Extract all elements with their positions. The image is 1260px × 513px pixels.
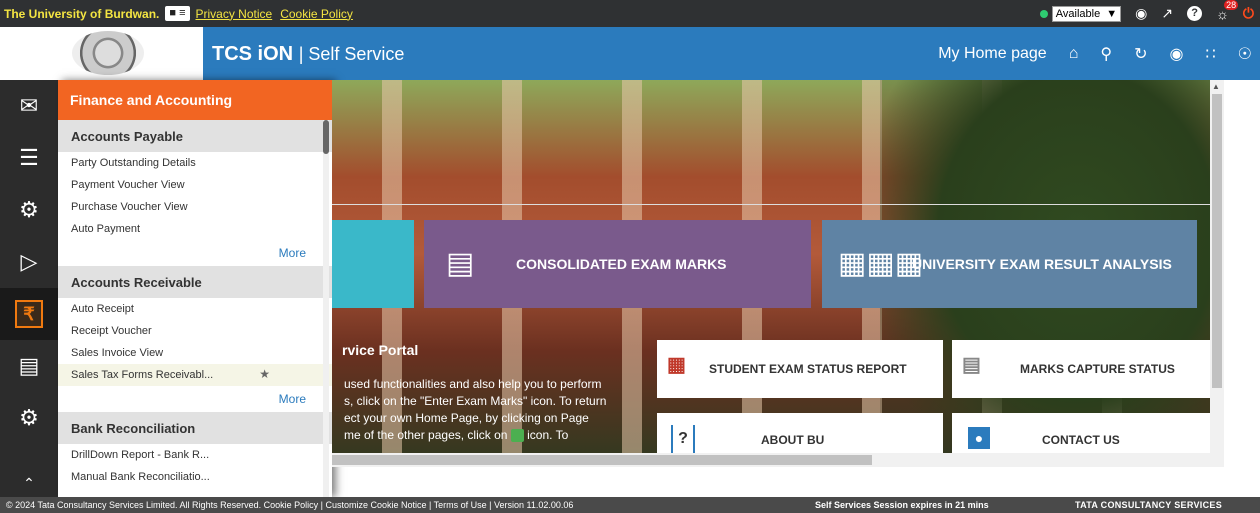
user-menu-button[interactable]: ■ ≡ bbox=[165, 6, 190, 21]
menu-item[interactable]: Receipt Voucher bbox=[58, 320, 332, 342]
graduation-report-icon: ▤ bbox=[446, 247, 475, 280]
availability-select[interactable]: Available ▼ bbox=[1051, 5, 1122, 22]
marks-capture-status-card[interactable]: ▤ MARKS CAPTURE STATUS bbox=[952, 340, 1210, 398]
presentation-icon: ▷ bbox=[20, 249, 38, 274]
menu-item[interactable]: Auto Receipt bbox=[58, 298, 332, 320]
status-dot-icon bbox=[1039, 9, 1048, 18]
consolidated-exam-marks-tile[interactable]: ▤ CONSOLIDATED EXAM MARKS bbox=[424, 220, 811, 308]
expand-icon[interactable]: ↗ bbox=[1161, 5, 1173, 22]
envelope-icon: ✉ bbox=[19, 93, 39, 118]
sidebar-item-books[interactable]: ☰ bbox=[0, 132, 58, 184]
collapse-sidebar-button[interactable]: ⌃ bbox=[0, 475, 58, 497]
finance-flyout-menu: Finance and Accounting Accounts Payable … bbox=[58, 80, 332, 497]
globe-notification-icon[interactable]: ☼ 28 bbox=[1216, 0, 1239, 22]
rupee-icon: ₹ bbox=[15, 300, 43, 328]
power-icon[interactable]: ⏻ bbox=[1243, 5, 1254, 22]
help-icon[interactable]: ? bbox=[1187, 6, 1203, 21]
refresh-icon[interactable]: ↻ bbox=[1134, 44, 1147, 64]
notification-badge: 28 bbox=[1224, 0, 1239, 10]
camera-icon[interactable]: ◉ bbox=[1135, 5, 1147, 22]
header: TCS iON | Self Service My Home page ⌂ ⚲ … bbox=[0, 27, 1260, 80]
sidebar-item-finance[interactable]: ₹ bbox=[0, 288, 58, 340]
sidebar-item-presentation[interactable]: ▷ bbox=[0, 236, 58, 288]
logo-area bbox=[0, 27, 203, 80]
scroll-up-icon[interactable]: ▲ bbox=[1212, 82, 1220, 91]
portal-description: used functionalities and also help you t… bbox=[344, 377, 607, 443]
document-list-icon: ▤ bbox=[962, 354, 981, 376]
brand-title: TCS iON | Self Service bbox=[212, 43, 405, 65]
cookie-policy-link[interactable]: Cookie Policy bbox=[280, 7, 353, 21]
flyout-title: Finance and Accounting bbox=[58, 80, 332, 120]
portal-title: rvice Portal bbox=[342, 342, 419, 358]
module-sidebar: ✉ ☰ ⚙ ▷ ₹ ▤ ⚙ ⌃ bbox=[0, 80, 58, 497]
profile-icon[interactable]: ☉ bbox=[1238, 44, 1252, 64]
tcs-logo-text: TATA CONSULTANCY SERVICES bbox=[1074, 500, 1222, 510]
sidebar-item-settings[interactable]: ⚙ bbox=[0, 184, 58, 236]
favorite-star-icon[interactable]: ★ bbox=[259, 367, 270, 381]
footer: © 2024 Tata Consultancy Services Limited… bbox=[0, 497, 1260, 513]
my-home-page-link[interactable]: My Home page bbox=[938, 45, 1047, 63]
menu-item[interactable]: Purchase Voucher View bbox=[58, 196, 332, 218]
footer-copyright: © 2024 Tata Consultancy Services Limited… bbox=[6, 500, 574, 510]
session-timer: Self Services Session expires in 21 mins bbox=[815, 500, 989, 510]
home-content: ▤ CONSOLIDATED EXAM MARKS ▦▦▦ UNIVERSITY… bbox=[332, 80, 1210, 467]
chevron-up-icon: ⌃ bbox=[23, 475, 35, 491]
globe-icon[interactable]: ◉ bbox=[1170, 44, 1184, 64]
university-seal-logo bbox=[72, 31, 144, 75]
horizontal-scrollbar[interactable] bbox=[332, 453, 1224, 467]
top-bar: The University of Burdwan. ■ ≡ Privacy N… bbox=[0, 0, 1260, 27]
menu-item[interactable]: Payment Voucher View bbox=[58, 174, 332, 196]
sidebar-item-cards[interactable]: ▤ bbox=[0, 340, 58, 392]
menu-item[interactable]: Sales Invoice View bbox=[58, 342, 332, 364]
question-icon: ? bbox=[671, 425, 695, 453]
binders-icon: ▦▦▦ bbox=[838, 247, 924, 280]
student-exam-status-card[interactable]: ▦ STUDENT EXAM STATUS REPORT bbox=[657, 340, 943, 398]
menu-item[interactable]: Manual Bank Reconciliatio... bbox=[58, 466, 332, 488]
user-icon: ■ bbox=[169, 7, 177, 19]
teal-tile[interactable] bbox=[332, 220, 414, 308]
more-link-receivable[interactable]: More bbox=[58, 386, 332, 412]
sidebar-item-messages[interactable]: ✉ bbox=[0, 80, 58, 132]
vertical-scroll-thumb[interactable] bbox=[1212, 94, 1222, 388]
menu-item-highlighted[interactable]: Sales Tax Forms Receivabl... ★ bbox=[58, 364, 332, 386]
chevron-down-icon: ▼ bbox=[1106, 7, 1118, 20]
search-icon[interactable]: ⚲ bbox=[1100, 44, 1112, 64]
contact-icon: ● bbox=[968, 427, 990, 449]
menu-item[interactable]: Auto Payment bbox=[58, 218, 332, 240]
flyout-scroll-thumb[interactable] bbox=[323, 120, 329, 154]
user-gear-icon: ⚙ bbox=[19, 405, 39, 430]
exam-result-analysis-tile[interactable]: ▦▦▦ UNIVERSITY EXAM RESULT ANALYSIS bbox=[822, 220, 1197, 308]
horizontal-scroll-thumb[interactable] bbox=[332, 455, 872, 465]
section-accounts-payable: Accounts Payable bbox=[58, 120, 332, 152]
sidebar-item-admin[interactable]: ⚙ bbox=[0, 392, 58, 444]
apps-grid-icon[interactable]: ∷ bbox=[1205, 44, 1215, 64]
menu-item[interactable]: DrillDown Report - Bank R... bbox=[58, 444, 332, 466]
privacy-notice-link[interactable]: Privacy Notice bbox=[196, 7, 273, 21]
header-actions: My Home page ⌂ ⚲ ↻ ◉ ∷ ☉ bbox=[938, 27, 1252, 80]
top-bar-actions: Available ▼ ◉ ↗ ? ☼ 28 ⏻ bbox=[1039, 0, 1254, 27]
vertical-scrollbar[interactable]: ▲ ▼ bbox=[1210, 80, 1224, 467]
divider-line bbox=[332, 204, 1210, 205]
flyout-scrollbar[interactable] bbox=[323, 120, 329, 497]
section-bank-reconciliation: Bank Reconciliation bbox=[58, 412, 332, 444]
calendar-icon: ▦ bbox=[667, 354, 686, 376]
page-icon bbox=[510, 429, 524, 443]
gears-icon: ⚙ bbox=[19, 197, 39, 222]
card-icon: ▤ bbox=[18, 353, 40, 378]
home-icon[interactable]: ⌂ bbox=[1069, 45, 1079, 63]
university-name: The University of Burdwan. bbox=[4, 6, 160, 21]
books-icon: ☰ bbox=[19, 145, 39, 170]
section-accounts-receivable: Accounts Receivable bbox=[58, 266, 332, 298]
menu-item[interactable]: Party Outstanding Details bbox=[58, 152, 332, 174]
more-link-payable[interactable]: More bbox=[58, 240, 332, 266]
